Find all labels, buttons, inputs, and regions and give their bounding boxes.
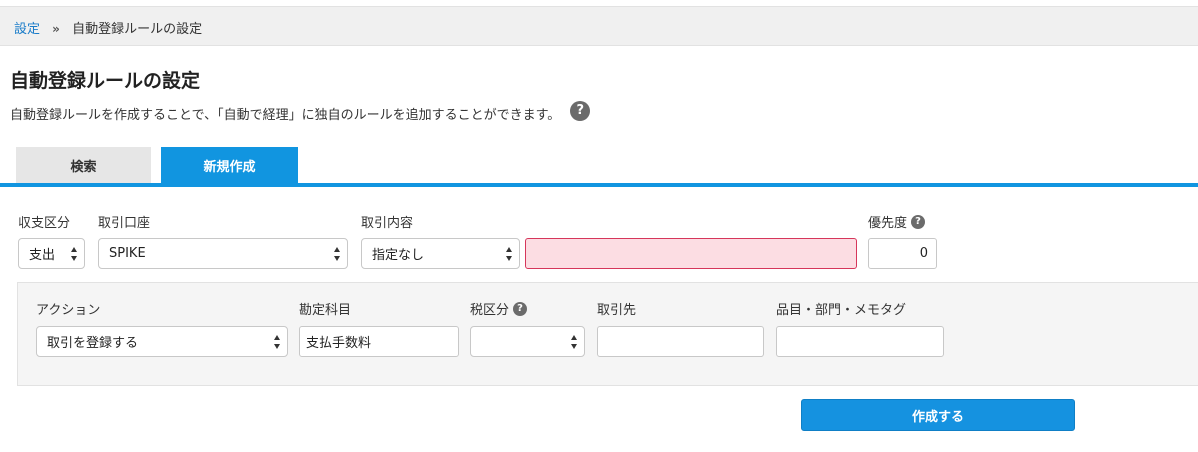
tab-search[interactable]: 検索 — [16, 147, 151, 183]
page-title: 自動登録ルールの設定 — [10, 70, 201, 92]
create-button[interactable]: 作成する — [801, 399, 1075, 431]
priority-label: 優先度 ? — [868, 212, 926, 231]
breadcrumb-bar: 設定 » 自動登録ルールの設定 — [0, 6, 1198, 46]
content-match-select[interactable]: 指定なし — [361, 238, 520, 269]
question-circle-icon[interactable]: ? — [570, 100, 591, 121]
direction-label: 収支区分 — [18, 216, 71, 231]
priority-input[interactable]: 0 — [868, 238, 937, 269]
content-label: 取引内容 — [361, 216, 414, 231]
select-arrows-icon — [274, 335, 280, 349]
select-arrows-icon — [71, 247, 77, 261]
tab-new[interactable]: 新規作成 — [161, 147, 298, 183]
account-item-input[interactable]: 支払手数料 — [299, 326, 459, 357]
account-item-label: 勘定科目 — [299, 303, 352, 318]
select-arrows-icon — [571, 335, 577, 349]
account-label: 取引口座 — [98, 216, 151, 231]
page-description: 自動登録ルールを作成することで、「自動で経理」に独自のルールを追加することができ… — [10, 100, 591, 123]
breadcrumb-separator: » — [52, 22, 60, 36]
action-select[interactable]: 取引を登録する — [36, 326, 288, 357]
account-select[interactable]: SPIKE — [98, 238, 348, 269]
partner-label: 取引先 — [597, 303, 637, 318]
tax-select[interactable] — [470, 326, 585, 357]
direction-select[interactable]: 支出 — [18, 238, 85, 269]
tags-label: 品目・部門・メモタグ — [776, 303, 907, 318]
action-select-value: 取引を登録する — [47, 336, 139, 351]
breadcrumb-settings-link[interactable]: 設定 — [14, 22, 40, 37]
select-arrows-icon — [334, 247, 340, 261]
content-text-input[interactable] — [525, 238, 857, 269]
tax-label: 税区分 ? — [470, 299, 528, 318]
direction-select-value: 支出 — [29, 248, 56, 263]
page-description-text: 自動登録ルールを作成することで、「自動で経理」に独自のルールを追加することができ… — [10, 108, 561, 123]
breadcrumb-current: 自動登録ルールの設定 — [72, 22, 203, 37]
breadcrumb: 設定 » 自動登録ルールの設定 — [14, 18, 202, 37]
question-circle-icon[interactable]: ? — [513, 301, 528, 316]
partner-input[interactable] — [597, 326, 764, 357]
tab-underline — [0, 183, 1198, 187]
select-arrows-icon — [506, 247, 512, 261]
account-select-value: SPIKE — [109, 246, 146, 261]
tags-input[interactable] — [776, 326, 944, 357]
question-circle-icon[interactable]: ? — [911, 214, 926, 229]
action-label: アクション — [36, 303, 101, 318]
priority-label-text: 優先度 — [868, 216, 908, 231]
content-match-select-value: 指定なし — [372, 248, 425, 263]
tax-label-text: 税区分 — [470, 303, 510, 318]
